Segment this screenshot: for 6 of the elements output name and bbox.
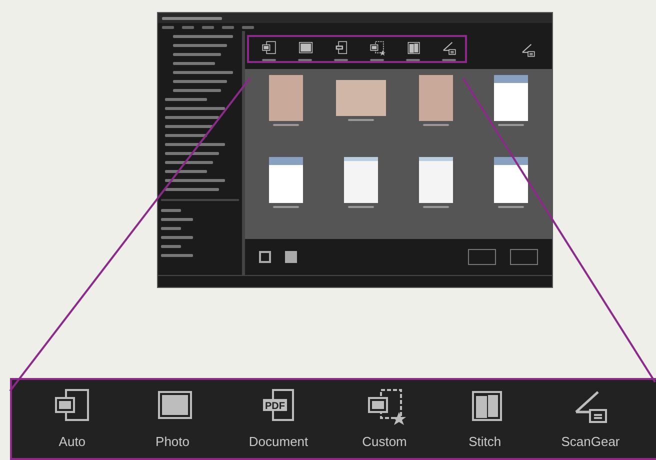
document-scan-button[interactable]: PDF Document (242, 382, 314, 456)
custom-scan-button[interactable]: Custom (354, 382, 414, 456)
auto-scan-button[interactable]: Auto (42, 382, 102, 456)
stitch-scan-button[interactable]: Stitch (454, 382, 515, 456)
photo-scan-button[interactable]: Photo (142, 382, 203, 456)
scangear-scan-button[interactable]: ScanGear (555, 382, 626, 456)
